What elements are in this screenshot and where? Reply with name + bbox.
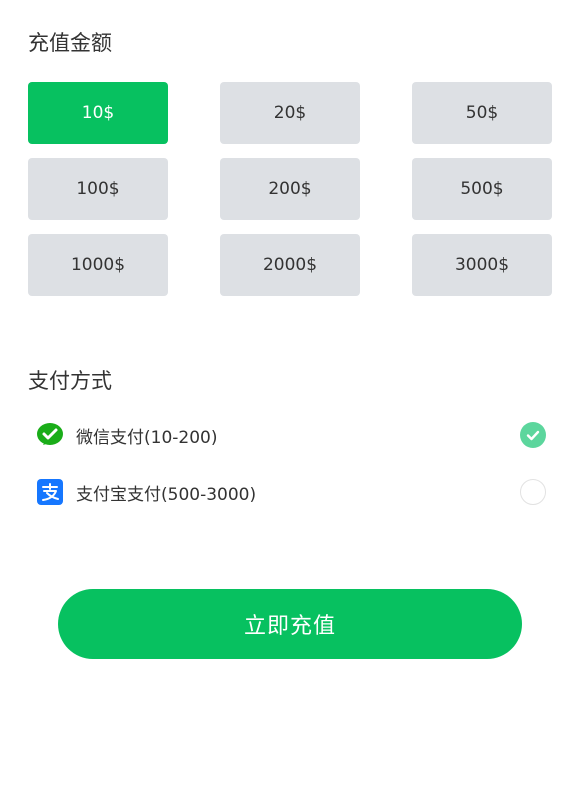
amount-option-500[interactable]: 500$ bbox=[412, 158, 552, 220]
amount-option-2000[interactable]: 2000$ bbox=[220, 234, 360, 296]
payment-method-title: 支付方式 bbox=[28, 369, 112, 393]
recharge-amount-title: 充值金额 bbox=[28, 31, 112, 55]
amount-option-1000[interactable]: 1000$ bbox=[28, 234, 168, 296]
amount-option-3000[interactable]: 3000$ bbox=[412, 234, 552, 296]
payment-option-alipay[interactable]: 支付宝支付(500-3000) bbox=[36, 475, 546, 509]
wechat-pay-label: 微信支付(10-200) bbox=[76, 427, 218, 448]
payment-option-wechat[interactable]: 微信支付(10-200) bbox=[36, 418, 546, 452]
wechat-pay-radio-checked[interactable] bbox=[520, 422, 546, 448]
wechat-pay-icon bbox=[36, 421, 64, 449]
checkmark-icon bbox=[526, 430, 540, 441]
alipay-icon bbox=[36, 478, 64, 506]
amount-options-grid: 10$ 20$ 50$ 100$ 200$ 500$ 1000$ 2000$ 3… bbox=[28, 82, 552, 296]
amount-option-100[interactable]: 100$ bbox=[28, 158, 168, 220]
alipay-radio-unchecked[interactable] bbox=[520, 479, 546, 505]
amount-option-10[interactable]: 10$ bbox=[28, 82, 168, 144]
amount-option-50[interactable]: 50$ bbox=[412, 82, 552, 144]
alipay-label: 支付宝支付(500-3000) bbox=[76, 484, 257, 505]
amount-option-20[interactable]: 20$ bbox=[220, 82, 360, 144]
recharge-now-button[interactable]: 立即充值 bbox=[58, 589, 522, 659]
amount-option-200[interactable]: 200$ bbox=[220, 158, 360, 220]
